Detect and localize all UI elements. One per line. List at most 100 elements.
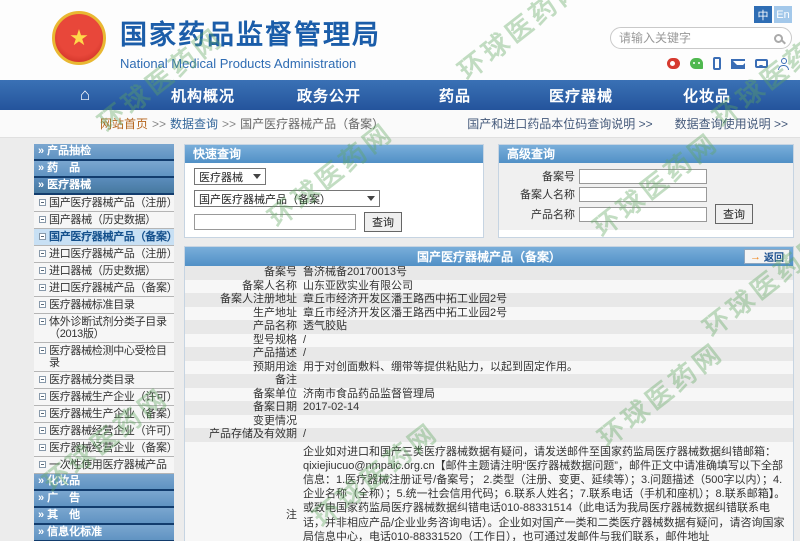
nav-item-gov-affairs[interactable]: 政务公开 [266, 85, 392, 106]
breadcrumb-home[interactable]: 网站首页 [100, 115, 148, 132]
section-arrow-icon: » [38, 179, 44, 191]
sidebar-section-advertising[interactable]: »广 告 [34, 491, 174, 508]
table-row-note: 注企业如对进口和国产三类医疗器械数据有疑问，请发送邮件至国家药监局医疗器械数据纠… [185, 442, 793, 541]
sidebar-item-import-registered[interactable]: 进口医疗器械产品（注册） [34, 246, 174, 263]
sidebar-section-product-sampling[interactable]: »产品抽检 [34, 144, 174, 161]
section-label: 化妆品 [47, 475, 80, 487]
table-row: 备案单位济南市食品药品监督管理局 [185, 388, 793, 402]
collapse-icon [39, 393, 46, 400]
section-label: 广 告 [47, 492, 80, 504]
sidebar: »产品抽检 »药 品 »医疗器械 国产医疗器械产品（注册） 国产器械（历史数据）… [34, 144, 174, 541]
site-search-input[interactable] [619, 31, 774, 45]
chevron-down-icon [367, 196, 375, 201]
content-area: 快速查询 医疗器械 国产医疗器械产品（备案） 查询 [184, 144, 794, 541]
collapse-icon [39, 267, 46, 274]
quick-search-input[interactable] [194, 214, 356, 230]
table-row: 备案人注册地址章丘市经济开发区潘王路西中拓工业园2号 [185, 293, 793, 307]
product-name-label: 产品名称 [499, 206, 579, 222]
sidebar-section-cosmetics[interactable]: »化妆品 [34, 474, 174, 491]
message-icon[interactable] [755, 59, 768, 68]
sidebar-section-other[interactable]: »其 他 [34, 508, 174, 525]
collapse-icon [39, 444, 46, 451]
collapse-icon [39, 216, 46, 223]
sidebar-item-manufacturer-filed[interactable]: 医疗器械生产企业（备案） [34, 406, 174, 423]
quick-search-button[interactable]: 查询 [364, 212, 402, 232]
sidebar-item-testing-centers[interactable]: 医疗器械检测中心受检目录 [34, 343, 174, 372]
sidebar-item-import-filed[interactable]: 进口医疗器械产品（备案） [34, 280, 174, 297]
social-icon-row [667, 57, 790, 70]
site-search-box [610, 27, 792, 49]
table-row: 备案号鲁济械备20170013号 [185, 266, 793, 280]
collapse-icon [39, 199, 46, 206]
breadcrumb-separator: >> [152, 117, 166, 131]
weibo-icon[interactable] [667, 58, 680, 69]
collapse-icon [39, 410, 46, 417]
home-icon[interactable]: ⌂ [30, 85, 140, 105]
breadcrumb-current: 国产医疗器械产品（备案） [240, 115, 384, 132]
filing-number-input[interactable] [579, 169, 707, 184]
chevron-down-icon [253, 174, 261, 179]
search-icon[interactable] [774, 34, 783, 43]
section-label: 其 他 [47, 509, 80, 521]
link-query-usage-help[interactable]: 数据查询使用说明 >> [675, 115, 788, 132]
section-label: 药 品 [47, 162, 80, 174]
type-select[interactable]: 国产医疗器械产品（备案） [194, 190, 380, 207]
table-row: 备注 [185, 374, 793, 388]
section-arrow-icon: » [38, 145, 44, 157]
table-row: 产品名称透气胶贴 [185, 320, 793, 334]
national-emblem-logo: ★ [52, 11, 106, 65]
emblem-star-icon: ★ [69, 27, 89, 49]
wechat-icon[interactable] [690, 58, 703, 69]
breadcrumb-right-links: 国产和进口药品本位码查询说明 >> 数据查询使用说明 >> [467, 115, 788, 132]
nav-item-drugs[interactable]: 药品 [392, 85, 518, 106]
collapse-icon [39, 347, 46, 354]
table-row: 型号规格/ [185, 334, 793, 348]
sidebar-section-it-standards[interactable]: »信息化标准 [34, 525, 174, 541]
table-row: 备案日期2017-02-14 [185, 401, 793, 415]
sidebar-item-domestic-history[interactable]: 国产器械（历史数据） [34, 212, 174, 229]
page: ★ 国家药品监督管理局 National Medical Products Ad… [0, 0, 800, 541]
back-button-top[interactable]: → 返回 [744, 249, 790, 264]
category-select-value: 医疗器械 [199, 169, 243, 185]
lang-en-button[interactable]: En [774, 6, 792, 23]
mail-icon[interactable] [731, 59, 745, 69]
collapse-icon [39, 376, 46, 383]
nav-item-cosmetics[interactable]: 化妆品 [644, 85, 770, 106]
sidebar-section-medical-devices[interactable]: »医疗器械 [34, 178, 174, 195]
quick-search-title: 快速查询 [185, 145, 483, 163]
sidebar-section-drugs[interactable]: »药 品 [34, 161, 174, 178]
collapse-icon [39, 301, 46, 308]
site-subtitle: National Medical Products Administration [120, 56, 381, 71]
sidebar-item-import-history[interactable]: 进口器械（历史数据） [34, 263, 174, 280]
sidebar-item-device-standards[interactable]: 医疗器械标准目录 [34, 297, 174, 314]
collapse-icon [39, 284, 46, 291]
filing-number-label: 备案号 [499, 168, 579, 184]
link-drug-code-help[interactable]: 国产和进口药品本位码查询说明 >> [467, 115, 652, 132]
sidebar-item-manufacturer-licensed[interactable]: 医疗器械生产企业（许可） [34, 389, 174, 406]
lang-zh-button[interactable]: 中 [754, 6, 772, 23]
sidebar-item-domestic-filed[interactable]: 国产医疗器械产品（备案） [34, 229, 174, 246]
category-select[interactable]: 医疗器械 [194, 168, 266, 185]
filer-name-input[interactable] [579, 187, 707, 202]
breadcrumb-data-query[interactable]: 数据查询 [170, 115, 218, 132]
breadcrumb-separator: >> [222, 117, 236, 131]
mobile-icon[interactable] [713, 57, 721, 70]
nav-item-medical-devices[interactable]: 医疗器械 [518, 85, 644, 106]
sidebar-item-distributor-filed[interactable]: 医疗器械经营企业（备案） [34, 440, 174, 457]
user-icon[interactable] [778, 58, 790, 70]
collapse-icon [39, 461, 46, 468]
collapse-icon [39, 427, 46, 434]
sidebar-item-distributor-licensed[interactable]: 医疗器械经营企业（许可） [34, 423, 174, 440]
sidebar-item-ivd-catalog[interactable]: 体外诊断试剂分类子目录（2013版） [34, 314, 174, 343]
advanced-search-button[interactable]: 查询 [715, 204, 753, 224]
table-row: 生产地址章丘市经济开发区潘王路西中拓工业园2号 [185, 307, 793, 321]
section-arrow-icon: » [38, 526, 44, 538]
nav-item-agency-overview[interactable]: 机构概况 [140, 85, 266, 106]
sidebar-item-domestic-registered[interactable]: 国产医疗器械产品（注册） [34, 195, 174, 212]
sidebar-item-single-use-devices[interactable]: 一次性使用医疗器械产品 [34, 457, 174, 474]
filer-name-label: 备案人名称 [499, 186, 579, 202]
sidebar-item-device-classification[interactable]: 医疗器械分类目录 [34, 372, 174, 389]
collapse-icon [39, 318, 46, 325]
section-arrow-icon: » [38, 475, 44, 487]
product-name-input[interactable] [579, 207, 707, 222]
